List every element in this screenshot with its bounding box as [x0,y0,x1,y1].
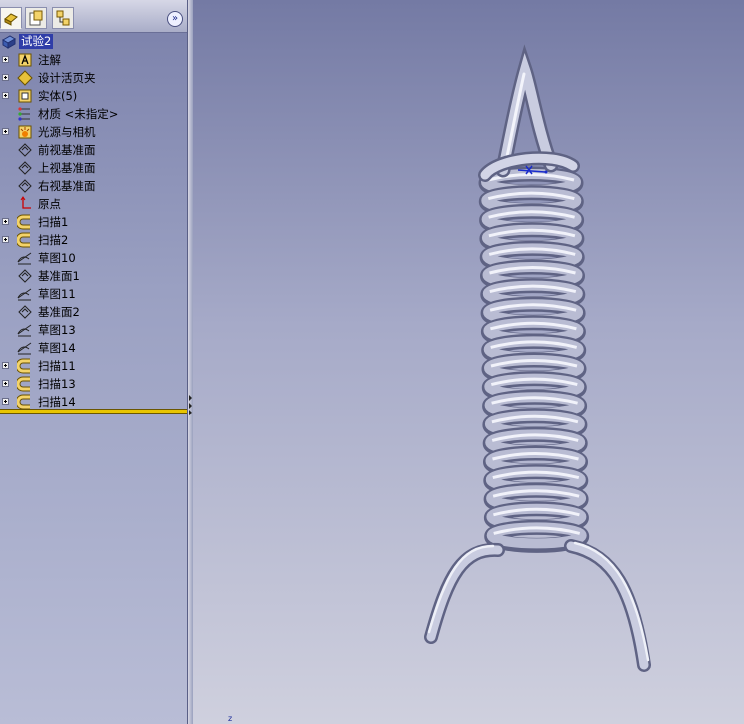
material-icon [18,107,30,121]
feature-manager-tab-icon [4,13,18,26]
plane-icon [18,143,32,157]
tree-item-label: 扫描1 [38,215,69,229]
part-icon [2,35,16,49]
tree-item-label: 草图11 [38,287,76,301]
sweep-icon [17,394,30,410]
tree-item-label: 上视基准面 [38,161,96,175]
tree-item-label: 设计活页夹 [38,71,96,85]
tree-item[interactable]: 前视基准面 [0,141,187,159]
sweep-icon [17,358,30,374]
tree-item-label: 注解 [38,53,61,67]
sweep-icon [17,376,30,392]
spring-model[interactable] [193,0,744,724]
tree-item[interactable]: 实体(5) [0,87,187,105]
sketch-icon [17,252,32,265]
expand-plus-icon[interactable] [2,128,9,135]
sweep-icon [17,214,30,230]
tree-item[interactable]: 草图10 [0,249,187,267]
tree-item[interactable]: 扫描11 [0,357,187,375]
tree-item-label: 草图14 [38,341,76,355]
sketch-icon [17,288,32,301]
tree-root-part[interactable]: 试验2 [0,33,187,51]
expand-plus-icon[interactable] [2,362,9,369]
tree-item[interactable]: 基准面1 [0,267,187,285]
plane-icon [18,179,32,193]
sketch-icon [17,342,32,355]
tree-item-label: 草图13 [38,323,76,337]
tree-item[interactable]: 设计活页夹 [0,69,187,87]
expand-plus-icon[interactable] [2,398,9,405]
sketch-icon [17,324,32,337]
configuration-manager-tab-icon [56,10,70,26]
expand-plus-icon[interactable] [2,92,9,99]
feature-manager-pane: » 试验2 注解设计活页夹实体(5) 材质 <未指定> 光源与相机前视基准面上视基准… [0,0,187,724]
expand-plus-icon[interactable] [2,74,9,81]
sweep-icon [17,232,30,248]
solid-bodies-icon [18,89,32,103]
tree-item-label: 右视基准面 [38,179,96,193]
tree-item-label: 光源与相机 [38,125,96,139]
tab-configuration-manager[interactable] [52,7,74,29]
expand-plus-icon[interactable] [2,380,9,387]
plane-icon [18,305,32,319]
tree-item[interactable]: 上视基准面 [0,159,187,177]
tree-item-label: 材质 <未指定> [38,107,119,121]
plane-icon [18,269,32,283]
tree-item[interactable]: 扫描1 [0,213,187,231]
spring-top-hook [478,44,580,182]
graphics-viewport[interactable]: z [193,0,744,724]
tree-item[interactable]: 扫描2 [0,231,187,249]
tree-item-label: 扫描13 [38,377,76,391]
tree-item[interactable]: 材质 <未指定> [0,105,187,123]
tree-item[interactable]: 光源与相机 [0,123,187,141]
expand-plus-icon[interactable] [2,56,9,63]
expand-plus-icon[interactable] [2,218,9,225]
lights-cameras-icon [18,125,32,139]
spring-left-leg [424,542,505,644]
tree-root-label: 试验2 [19,34,54,49]
tree-item[interactable]: 草图14 [0,339,187,357]
tree-item-label: 扫描11 [38,359,76,373]
tab-feature-manager[interactable] [0,7,22,29]
expand-plus-icon[interactable] [2,236,9,243]
expand-pane-button[interactable]: » [167,11,183,27]
tree-item-label: 扫描2 [38,233,69,247]
spring-right-leg [564,539,651,672]
design-binder-icon [17,70,33,86]
tree-item-label: 实体(5) [38,89,78,103]
tree-item-label: 草图10 [38,251,76,265]
tree-item-label: 基准面1 [38,269,80,283]
tree-item[interactable]: 基准面2 [0,303,187,321]
origin-icon [20,196,31,209]
tab-property-manager[interactable] [25,7,47,29]
rollback-bar[interactable] [0,409,187,414]
property-manager-tab-icon [29,10,43,26]
feature-manager-tab-bar: » [0,0,187,33]
tree-item-label: 基准面2 [38,305,80,319]
spring-coils [478,166,590,553]
tree-item[interactable]: 草图11 [0,285,187,303]
tree-item[interactable]: 扫描13 [0,375,187,393]
plane-icon [18,161,32,175]
tree-item-label: 原点 [38,197,61,211]
tree-item[interactable]: 注解 [0,51,187,69]
tree-item-label: 前视基准面 [38,143,96,157]
double-chevron-right-icon: » [171,13,179,24]
tree-item[interactable]: 右视基准面 [0,177,187,195]
annotations-icon [18,53,32,67]
tree-item[interactable]: 草图13 [0,321,187,339]
coordinate-triad-label: z [228,714,233,723]
tree-item[interactable]: 原点 [0,195,187,213]
